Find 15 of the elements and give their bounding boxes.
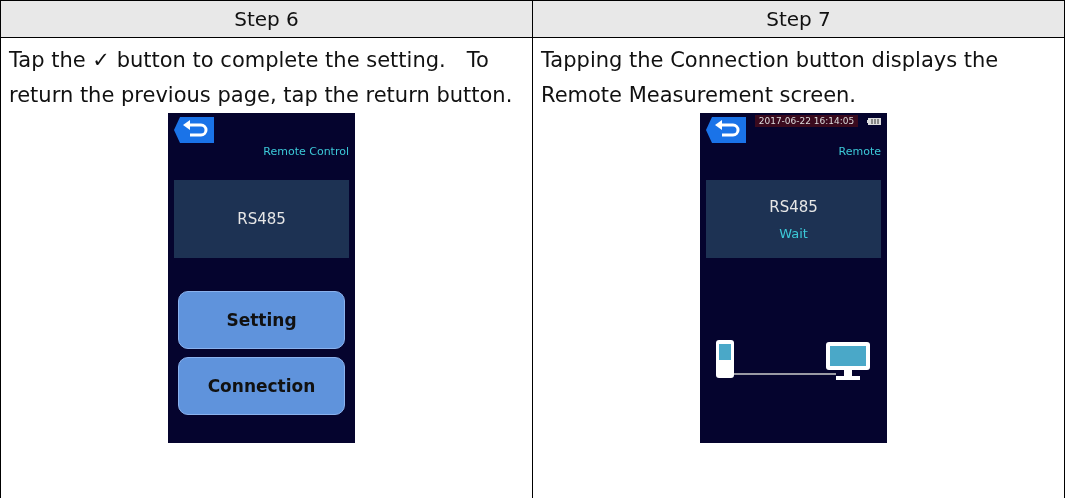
port-label: RS485 [237, 210, 286, 228]
status-label: Wait [779, 225, 808, 241]
step-instructions: Tap the ✓ button to complete the setting. To return the previous page, tap the return button. [8, 47, 514, 109]
step-header: Step 6 [1, 1, 532, 38]
port-label: RS485 [769, 197, 818, 216]
step-header: Step 7 [533, 1, 1064, 38]
datetime-text: 2017-06-22 16:14:05 [754, 115, 859, 127]
battery-icon [867, 118, 881, 125]
screen-title: Remote Control [263, 145, 349, 158]
menu-button[interactable]: Connection [178, 357, 345, 415]
menu-button[interactable]: Setting [178, 291, 345, 349]
back-icon[interactable] [174, 117, 214, 143]
screen-title: Remote [838, 145, 881, 158]
back-icon[interactable] [706, 117, 746, 143]
step-instructions: Tapping the Connection button displays the Remote Measurement screen. [540, 47, 1000, 109]
